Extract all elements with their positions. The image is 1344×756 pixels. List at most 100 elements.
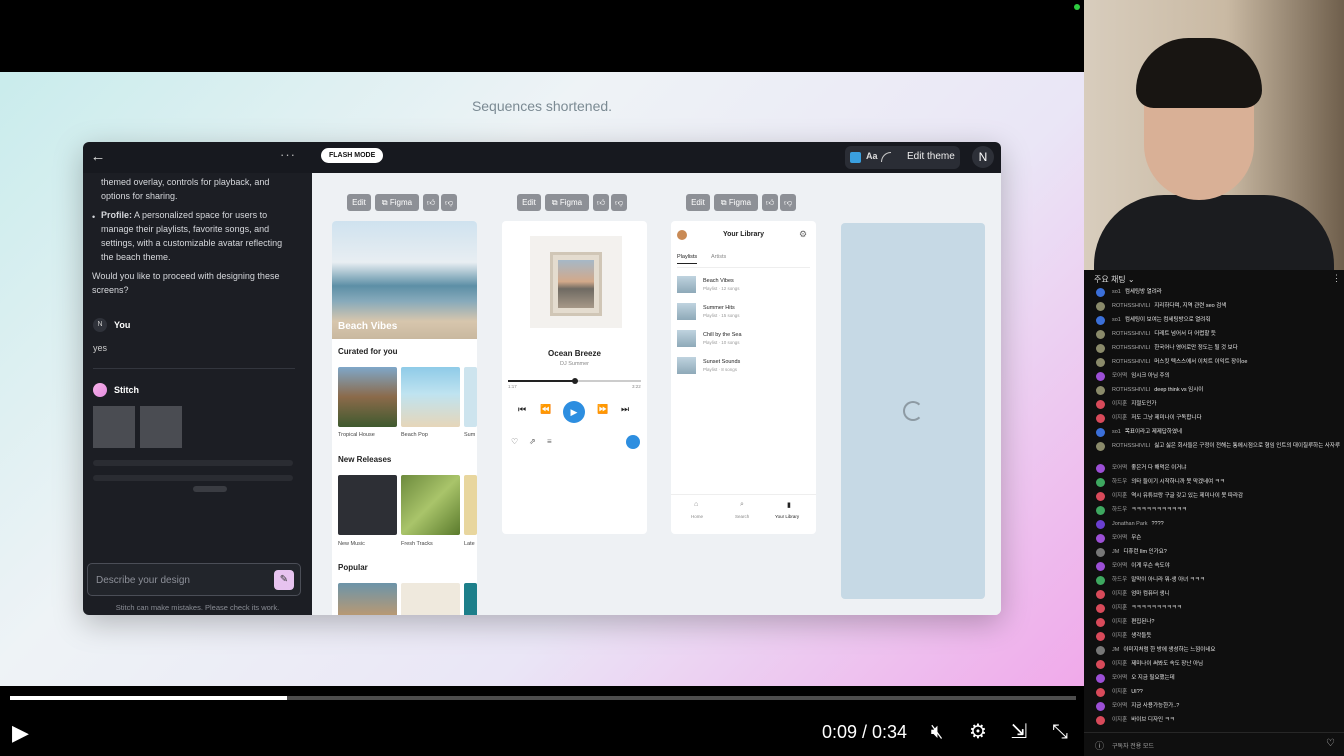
heart-icon[interactable]: ♡	[511, 437, 518, 446]
chat-avatar[interactable]	[1096, 358, 1105, 367]
album-tile[interactable]	[464, 475, 477, 535]
nav-label-library[interactable]: Your Library	[775, 514, 799, 519]
more-vert-icon[interactable]: ⋮	[1332, 273, 1341, 284]
chat-avatar[interactable]	[1096, 688, 1105, 697]
chat-author[interactable]: 이지훈	[1112, 415, 1127, 421]
library-icon[interactable]: ▮	[787, 501, 791, 509]
chat-author[interactable]: so1	[1112, 429, 1121, 435]
chat-avatar[interactable]	[1096, 414, 1105, 423]
edit-button[interactable]: Edit	[517, 194, 541, 211]
picture-in-picture-icon[interactable]: ⇲	[1005, 718, 1033, 746]
chat-avatar[interactable]	[1096, 674, 1105, 683]
thumbs-down-icon[interactable]: 👎︎	[780, 194, 796, 211]
chat-author[interactable]: ROTHSSHIVILI	[1112, 359, 1150, 365]
seek-bar[interactable]	[508, 378, 641, 384]
chat-author[interactable]: ROTHSSHIVILI	[1112, 345, 1150, 351]
video-progress-bar[interactable]	[10, 696, 1076, 700]
seek-knob[interactable]	[571, 378, 578, 384]
theme-controls[interactable]: Aa Edit theme	[845, 146, 960, 169]
gear-icon[interactable]: ⚙	[799, 229, 807, 240]
chat-author[interactable]: 모어떡	[1112, 675, 1127, 681]
play-icon[interactable]: ▶	[563, 401, 585, 423]
chat-author[interactable]: so1	[1112, 317, 1121, 323]
exit-fullscreen-icon[interactable]: ⤡	[1046, 718, 1074, 746]
chevron-down-icon[interactable]: ⌄	[1128, 275, 1135, 284]
flash-mode-badge[interactable]: FLASH MODE	[321, 148, 384, 163]
chat-avatar[interactable]	[1096, 506, 1105, 515]
chat-author[interactable]: 이지훈	[1112, 717, 1127, 723]
chat-author[interactable]: so1	[1112, 289, 1121, 295]
thumbs-up-icon[interactable]: 👍︎	[593, 194, 609, 211]
chat-author[interactable]: 모어떡	[1112, 535, 1127, 541]
magic-wand-icon[interactable]: ✎	[274, 570, 294, 590]
chat-avatar[interactable]	[1096, 330, 1105, 339]
chat-author[interactable]: 이지훈	[1112, 633, 1127, 639]
album-tile[interactable]	[401, 367, 460, 427]
chat-author[interactable]: 이지훈	[1112, 591, 1127, 597]
chat-avatar[interactable]	[1096, 478, 1105, 487]
playlist-name[interactable]: Sunset Sounds	[703, 359, 740, 365]
nav-label-home[interactable]: Home	[691, 514, 703, 519]
chat-avatar[interactable]	[1096, 344, 1105, 353]
chat-avatar[interactable]	[1096, 618, 1105, 627]
edit-button[interactable]: Edit	[686, 194, 710, 211]
color-swatch-icon[interactable]	[850, 152, 861, 163]
queue-icon[interactable]: ≡	[547, 437, 552, 446]
figma-button[interactable]: ⧉ Figma	[375, 194, 419, 211]
chat-avatar[interactable]	[1096, 534, 1105, 543]
home-screen-preview[interactable]: Beach Vibes Curated for you Tropical Hou…	[332, 221, 477, 615]
album-tile[interactable]	[464, 367, 477, 427]
chat-avatar[interactable]	[1096, 442, 1105, 451]
home-icon[interactable]: ⌂	[694, 501, 698, 508]
chat-author[interactable]: 모어떡	[1112, 373, 1127, 379]
chat-avatar[interactable]	[1096, 562, 1105, 571]
font-icon[interactable]: Aa	[866, 151, 878, 161]
design-canvas[interactable]: Edit ⧉ Figma 👍︎ 👎︎ Edit ⧉ Figma 👍︎ 👎︎ Ed…	[312, 173, 1001, 615]
play-icon[interactable]: ▶	[12, 720, 38, 746]
chat-avatar[interactable]	[1096, 372, 1105, 381]
chat-author[interactable]: 모어떡	[1112, 703, 1127, 709]
fast-forward-icon[interactable]: ⏩	[597, 404, 608, 415]
chat-author[interactable]: 이지훈	[1112, 689, 1127, 695]
now-playing-screen-preview[interactable]: Ocean Breeze DJ Summer 1:17 3:22 ⏮ ⏪ ▶ ⏩…	[502, 221, 647, 534]
chat-author[interactable]: 이지훈	[1112, 661, 1127, 667]
chat-avatar[interactable]	[1096, 400, 1105, 409]
search-icon[interactable]: ⌕	[740, 501, 744, 509]
chat-avatar[interactable]	[1096, 464, 1105, 473]
cast-icon[interactable]	[626, 435, 640, 449]
chat-avatar[interactable]	[1096, 576, 1105, 585]
thumbs-up-icon[interactable]: 👍︎	[423, 194, 439, 211]
chat-author[interactable]: 이지훈	[1112, 493, 1127, 499]
rewind-icon[interactable]: ⏪	[540, 404, 551, 415]
chat-author[interactable]: Jonathan Park	[1112, 521, 1147, 527]
album-tile[interactable]	[401, 583, 460, 615]
playlist-name[interactable]: Beach Vibes	[703, 278, 734, 284]
figma-button[interactable]: ⧉ Figma	[545, 194, 589, 211]
chat-author[interactable]: ROTHSSHIVILI	[1112, 443, 1150, 449]
chat-author[interactable]: JM	[1112, 549, 1119, 555]
info-icon[interactable]: ⓘ	[1095, 739, 1104, 752]
playlist-name[interactable]: Chill by the Sea	[703, 332, 742, 338]
design-prompt-input[interactable]	[96, 572, 266, 588]
heart-icon[interactable]: ♡	[1326, 738, 1335, 749]
tab-playlists[interactable]: Playlists	[677, 254, 697, 260]
album-tile[interactable]	[338, 475, 397, 535]
chat-author[interactable]: JM	[1112, 647, 1119, 653]
chat-avatar[interactable]	[1096, 302, 1105, 311]
library-screen-preview[interactable]: Your Library ⚙ Playlists Artists Beach V…	[671, 221, 816, 534]
thumbs-down-icon[interactable]: 👎︎	[611, 194, 627, 211]
skip-previous-icon[interactable]: ⏮	[518, 404, 526, 415]
chat-author[interactable]: 모어떡	[1112, 563, 1127, 569]
album-tile[interactable]	[464, 583, 477, 615]
mute-icon[interactable]: 🔇︎	[923, 718, 951, 746]
chat-avatar[interactable]	[1096, 386, 1105, 395]
settings-gear-icon[interactable]: ⚙	[964, 718, 992, 746]
chat-author[interactable]: ROTHSSHIVILI	[1112, 303, 1150, 309]
thumbs-up-icon[interactable]: 👍︎	[762, 194, 778, 211]
chat-header[interactable]: 주요 채팅 ⌄	[1094, 274, 1135, 285]
video-area[interactable]: Sequences shortened. ← ··· FLASH MODE Aa…	[0, 0, 1084, 756]
figma-button[interactable]: ⧉ Figma	[714, 194, 758, 211]
more-options-icon[interactable]: ···	[280, 147, 296, 162]
chat-author[interactable]: 하드우	[1112, 577, 1127, 583]
album-tile[interactable]	[401, 475, 460, 535]
